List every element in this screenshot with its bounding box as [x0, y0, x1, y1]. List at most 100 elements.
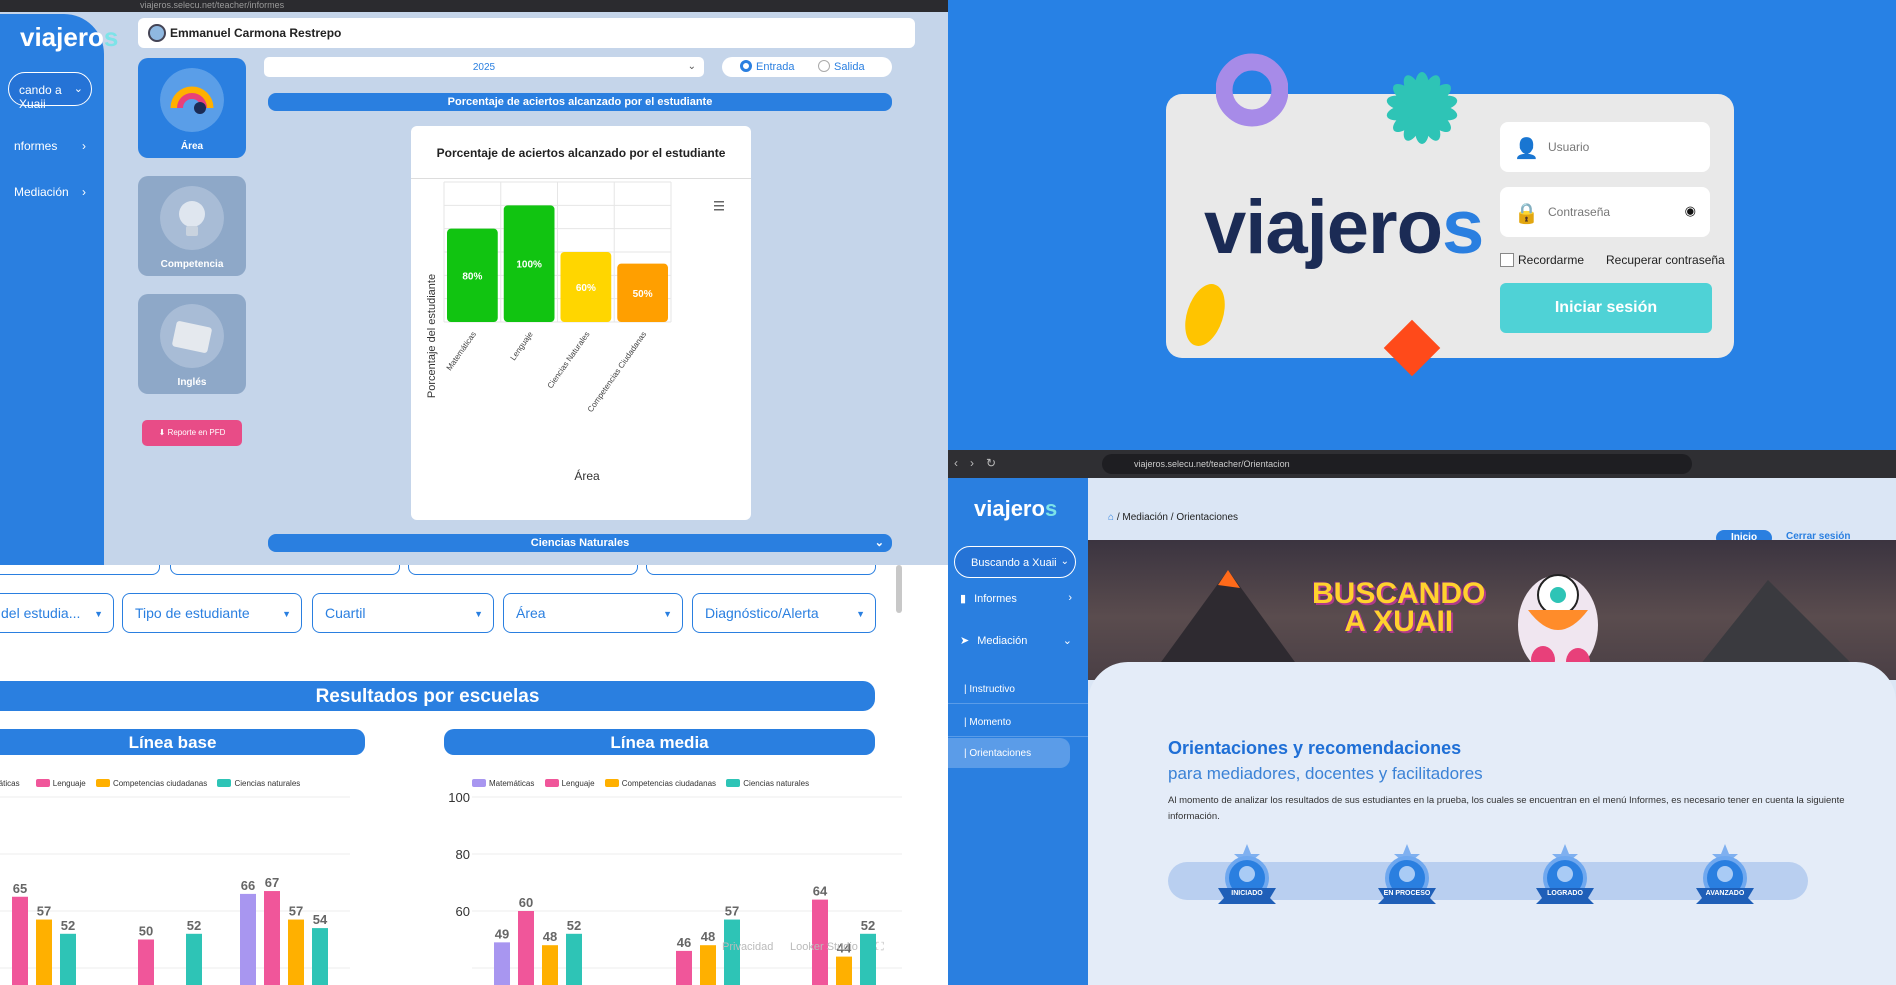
data-label: 52 [61, 918, 75, 933]
tick-label: Competencias Ciudadanas [586, 330, 648, 414]
data-label: 46 [677, 935, 691, 950]
chevron-down-icon: ⌄ [73, 83, 83, 95]
page-subtitle: para mediadores, docentes y facilitadore… [1168, 764, 1483, 783]
home-icon[interactable]: ⌂ [1108, 512, 1114, 523]
banner-title: BUSCANDO A XUAII [1312, 577, 1486, 638]
level-label: INICIADO [1231, 890, 1263, 897]
bar[interactable] [264, 891, 280, 985]
data-label: 57 [725, 904, 739, 919]
chevron-down-icon: ⌄ [687, 61, 696, 72]
sidebar-item-informes[interactable]: nformes › [14, 139, 86, 153]
orientaciones-panel: ‹ › ↻ viajeros.selecu.net/teacher/Orient… [948, 450, 1896, 985]
card-area[interactable]: Área [138, 58, 246, 158]
sidebar-item-mediacion[interactable]: Mediación › [14, 185, 86, 199]
url-bar[interactable]: viajeros.selecu.net/teacher/Orientacion [1102, 454, 1692, 474]
banner-illustration [1148, 570, 1868, 680]
search-pill[interactable]: Buscando a Xuaii ⌄ [954, 546, 1076, 578]
data-label: 52 [567, 918, 581, 933]
looker-studio-link[interactable]: Looker Studio [790, 941, 858, 953]
card-competencia[interactable]: Competencia [138, 176, 246, 276]
data-label: 60 [519, 895, 533, 910]
tick-label: Ciencias Naturales [546, 330, 592, 390]
card-ingles[interactable]: Inglés [138, 294, 246, 394]
bar[interactable] [60, 933, 76, 985]
year-select[interactable]: 2025 ⌄ [264, 57, 704, 77]
sidebar-item-mediacion[interactable]: ➤ Mediación ⌄ [960, 634, 1072, 647]
area-select[interactable]: Ciencias Naturales ⌄ [268, 534, 892, 552]
page-title: Orientaciones y recomendaciones [1168, 738, 1462, 758]
bar[interactable] [240, 893, 256, 985]
login-button[interactable]: Iniciar sesión [1500, 283, 1712, 333]
chevron-down-icon: ⌄ [1062, 635, 1072, 647]
radio-salida[interactable]: Salida [818, 60, 865, 73]
ring-decoration [1216, 53, 1288, 127]
data-label: 50 [139, 924, 153, 939]
bar[interactable] [494, 942, 510, 985]
bar[interactable] [700, 945, 716, 985]
flower-decoration [1386, 72, 1458, 144]
data-label: 66 [241, 878, 255, 893]
browser-url[interactable]: viajeros.selecu.net/teacher/informes [140, 0, 284, 10]
pdf-report-button[interactable]: ⬇ Reporte en PFD [142, 420, 242, 446]
username-field[interactable]: 👤 Usuario [1500, 122, 1710, 172]
bar[interactable] [312, 928, 328, 985]
diamond-decoration [1383, 319, 1441, 377]
user-header: Emmanuel Carmona Restrepo [138, 18, 915, 48]
data-label: 64 [813, 884, 828, 899]
data-label: 52 [187, 918, 201, 933]
data-label: 60% [576, 283, 596, 294]
bar[interactable] [542, 945, 558, 985]
chart-card: Porcentaje de aciertos alcanzado por el … [411, 126, 751, 520]
results-charts: 655752 50 5266 67575410080604960485246 48576… [0, 790, 902, 985]
bar[interactable] [676, 950, 692, 985]
tick-label: 60 [456, 904, 470, 919]
bar[interactable] [860, 933, 876, 985]
bar[interactable] [566, 933, 582, 985]
bar[interactable] [138, 939, 154, 985]
breadcrumb: ⌂ / Mediación / Orientaciones [1108, 512, 1239, 523]
subnav-instructivo[interactable]: | Instructivo [948, 674, 1088, 704]
chevron-down-icon: ⌄ [874, 537, 884, 549]
subnav-orientaciones[interactable]: | Orientaciones [948, 738, 1070, 768]
section-title: Porcentaje de aciertos alcanzado por el … [268, 93, 892, 111]
password-field[interactable]: 🔒 Contraseña ◉ [1500, 187, 1710, 237]
radio-entrada[interactable]: Entrada [740, 60, 795, 73]
menu-icon[interactable] [714, 201, 724, 211]
bar[interactable] [186, 933, 202, 985]
bar[interactable] [836, 956, 852, 985]
level-badge: AVANZADO [1690, 842, 1760, 912]
sidebar-item-informes[interactable]: ▮ Informes › [960, 592, 1072, 605]
back-icon[interactable]: ‹ [954, 456, 958, 470]
avatar [148, 24, 166, 42]
forward-icon[interactable]: › [970, 456, 974, 470]
tick-label: 80 [456, 847, 470, 862]
data-label: 48 [701, 929, 715, 944]
results-chart: 10080604960485246 4857644452 [448, 790, 902, 985]
screenshot-collage: viajeros.selecu.net/teacher/informes via… [0, 0, 1896, 985]
eye-icon[interactable]: ◉ [1685, 203, 1696, 219]
level-badge: EN PROCESO [1372, 842, 1442, 912]
bar[interactable] [288, 919, 304, 985]
login-panel: viajeros 👤 Usuario 🔒 Contraseña ◉ Recordarm… [948, 0, 1896, 450]
area-icon [160, 68, 224, 132]
y-axis-label: Porcentaje del estudiante [426, 274, 438, 398]
bar[interactable] [36, 919, 52, 985]
game-banner: BUSCANDO A XUAII [1088, 540, 1896, 680]
reload-icon[interactable]: ↻ [986, 456, 996, 470]
search-pill[interactable]: cando a Xuaii ⌄ [8, 72, 92, 111]
x-axis-label: Área [574, 468, 600, 483]
recover-password-link[interactable]: Recuperar contraseña [1606, 253, 1725, 267]
chevron-right-icon: › [82, 139, 86, 153]
data-label: 65 [13, 881, 27, 896]
data-label: 52 [861, 918, 875, 933]
tick-label: Matemáticas [445, 330, 478, 372]
subnav-momento[interactable]: | Momento [948, 707, 1088, 737]
remember-checkbox[interactable]: Recordarme [1500, 253, 1584, 267]
privacy-link[interactable]: Privacidad [722, 941, 773, 953]
data-label: 48 [543, 929, 557, 944]
bar[interactable] [518, 911, 534, 985]
book-icon [160, 304, 224, 368]
fullscreen-icon[interactable]: ⛶ [876, 941, 884, 954]
bar[interactable] [12, 896, 28, 985]
data-label: 49 [495, 926, 509, 941]
